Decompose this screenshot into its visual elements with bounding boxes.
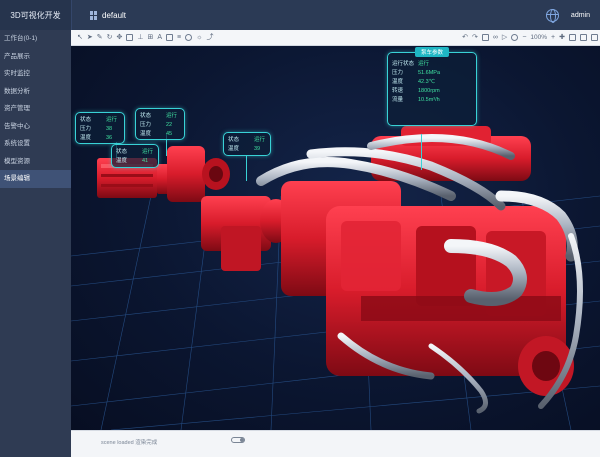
app-window: 3D可视化开发 default admin 工作台(0-1) 产品展示 实时监控…	[0, 0, 600, 457]
zoom-in-icon[interactable]: +	[551, 34, 555, 41]
layer-icon[interactable]: ≡	[177, 34, 181, 41]
panel-label: 状态	[228, 137, 240, 143]
tab-label: default	[102, 10, 127, 20]
panel-value: 41	[142, 158, 149, 164]
camera-icon[interactable]	[185, 34, 193, 41]
panel-label: 状态	[140, 113, 152, 119]
info-panel-1[interactable]: 状态 运行 压力 38 温度 36	[75, 112, 125, 144]
split-icon[interactable]	[580, 34, 587, 41]
app-title: 3D可视化开发	[0, 0, 72, 30]
toggle-switch[interactable]	[231, 437, 245, 443]
sidebar-item-8[interactable]: 场景编辑	[0, 170, 71, 188]
sidebar-item-3[interactable]: 数据分析	[0, 83, 71, 101]
globe-icon[interactable]	[545, 8, 559, 23]
toolbar: ↖ ➤ ✎ ↻ ✥ ⊥ ⊞ A ≡ ☼ ⤴ ↶ ↷ ∞ ▷ − 100% + ✚	[71, 30, 600, 46]
redo-icon[interactable]: ↷	[472, 34, 478, 41]
move-icon[interactable]: ✥	[117, 34, 123, 41]
panel-label: 运行状态	[392, 61, 415, 67]
link-icon[interactable]: ∞	[493, 34, 498, 41]
panel-label: 压力	[392, 70, 404, 76]
panel-label: 温度	[392, 79, 404, 85]
sidebar-item-7[interactable]: 模型资源	[0, 153, 71, 171]
top-header: 3D可视化开发 default admin	[0, 0, 600, 30]
fullscreen-icon[interactable]	[591, 34, 598, 41]
tab-default[interactable]: default	[82, 5, 134, 25]
info-panel-4[interactable]: 状态 运行 温度 39	[223, 132, 271, 156]
user-name[interactable]: admin	[571, 12, 590, 19]
panel-value: 45	[166, 131, 173, 137]
image-icon[interactable]	[166, 34, 174, 41]
path-icon[interactable]: ⤴	[207, 34, 214, 41]
info-panel-2[interactable]: 状态 运行 压力 22 温度 45	[135, 108, 185, 140]
panel-value: 运行	[166, 113, 178, 119]
sidebar-item-6[interactable]: 系统设置	[0, 135, 71, 153]
panel-value: 39	[254, 146, 261, 152]
info-panel-main[interactable]: 泵车参数 运行状态 运行 压力 51.6MPa 温度 42.3℃ 转速 1800rpm …	[387, 47, 477, 126]
panel-label: 温度	[140, 131, 152, 137]
panel-label: 状态	[116, 149, 128, 155]
panel-value: 42.3℃	[418, 79, 435, 85]
panel-title: 泵车参数	[414, 47, 450, 57]
pen-icon[interactable]: ✎	[97, 34, 103, 41]
panel-value: 运行	[106, 117, 118, 123]
panel-label: 温度	[228, 146, 240, 152]
panel-value: 10.5m³/h	[418, 97, 440, 103]
sidebar-item-4[interactable]: 资产管理	[0, 100, 71, 118]
status-text: scene loaded 渲染完成	[101, 440, 158, 446]
panel-value: 运行	[418, 61, 430, 67]
panel-value: 22	[166, 122, 173, 128]
panel-label: 状态	[80, 117, 92, 123]
scene-viewport[interactable]: 泵车参数 运行状态 运行 压力 51.6MPa 温度 42.3℃ 转速 1800rpm …	[71, 46, 600, 430]
text-icon[interactable]: A	[157, 34, 162, 41]
panel-value: 51.6MPa	[418, 70, 441, 76]
panel-leader	[246, 156, 247, 181]
panel-label: 压力	[80, 126, 92, 132]
info-panel-3[interactable]: 状态 运行 温度 41	[111, 144, 159, 168]
plus-icon[interactable]: ✚	[559, 34, 565, 41]
play-icon[interactable]: ▷	[502, 34, 507, 41]
rotate-icon[interactable]: ↻	[107, 34, 113, 41]
panel-label: 温度	[80, 135, 92, 141]
cursor-icon[interactable]: ➤	[87, 34, 93, 41]
sidebar-item-1[interactable]: 产品展示	[0, 48, 71, 66]
panel-value: 1800rpm	[418, 88, 440, 94]
record-icon[interactable]	[511, 34, 519, 41]
panel-value: 运行	[142, 149, 154, 155]
panel-value: 36	[106, 135, 113, 141]
sidebar-item-0[interactable]: 工作台(0-1)	[0, 30, 71, 48]
sidebar-item-2[interactable]: 实时监控	[0, 65, 71, 83]
zoom-level: 100%	[530, 34, 548, 41]
box-icon[interactable]	[126, 34, 134, 41]
undo-icon[interactable]: ↶	[462, 34, 468, 41]
panel-value: 38	[106, 126, 113, 132]
panel-label: 压力	[140, 122, 152, 128]
zoom-out-icon[interactable]: −	[522, 34, 526, 41]
arrow-icon[interactable]: ↖	[77, 34, 83, 41]
grid-icon[interactable]: ⊞	[147, 34, 153, 41]
status-bar: scene loaded 渲染完成	[71, 430, 600, 457]
panel-leader	[421, 134, 422, 170]
grid-icon	[90, 10, 97, 20]
panel-value: 运行	[254, 137, 266, 143]
snapshot-icon[interactable]	[481, 34, 489, 41]
panel-label: 转速	[392, 88, 404, 94]
ruler-icon[interactable]: ⊥	[137, 34, 143, 41]
panel-label: 流量	[392, 97, 404, 103]
panel-label: 温度	[116, 158, 128, 164]
sidebar: 工作台(0-1) 产品展示 实时监控 数据分析 资产管理 告警中心 系统设置 模…	[0, 30, 71, 457]
window-icon[interactable]	[569, 34, 576, 41]
light-icon[interactable]: ☼	[196, 34, 202, 41]
ground-grid	[71, 126, 600, 430]
sidebar-item-5[interactable]: 告警中心	[0, 118, 71, 136]
